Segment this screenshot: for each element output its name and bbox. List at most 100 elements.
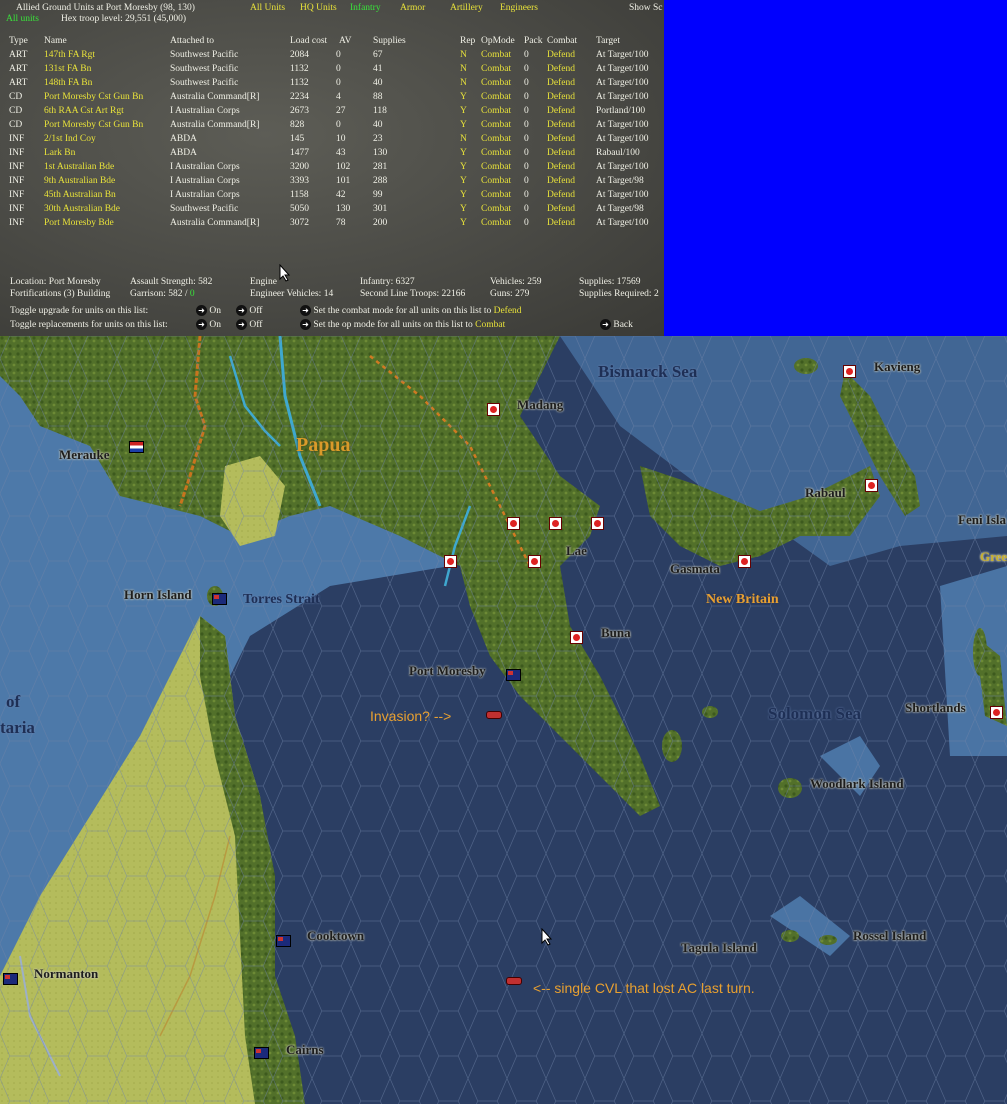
label-madang[interactable]: Madang (517, 397, 563, 413)
show-toggle[interactable]: Show Sc (629, 1, 663, 15)
label-lae[interactable]: Lae (566, 543, 587, 559)
cell-rep[interactable]: Y (460, 160, 467, 174)
cell-rep[interactable]: Y (460, 146, 467, 160)
cell-name[interactable]: Port Moresby Cst Gun Bn (44, 118, 143, 132)
filter-armor[interactable]: Armor (400, 1, 425, 15)
label-rossel-island[interactable]: Rossel Island (853, 928, 926, 944)
label-cairns[interactable]: Cairns (286, 1042, 324, 1058)
label-port-moresby[interactable]: Port Moresby (409, 663, 486, 679)
japanese-base-icon[interactable] (990, 706, 1003, 719)
japanese-base-icon[interactable] (591, 517, 604, 530)
table-row[interactable]: INF 30th Australian Bde Southwest Pacific 5… (0, 202, 664, 216)
replace-off-button[interactable]: ➜ Off (236, 318, 262, 332)
upgrade-on-button[interactable]: ➜ On (196, 304, 221, 318)
japanese-base-icon[interactable] (444, 555, 457, 568)
cell-combat[interactable]: Defend (547, 174, 575, 188)
label-horn-island[interactable]: Horn Island (124, 587, 192, 603)
table-row[interactable]: ART 147th FA Rgt Southwest Pacific 2084 0 67 N… (0, 48, 664, 62)
allied-base-icon[interactable] (254, 1047, 269, 1059)
cell-name[interactable]: 30th Australian Bde (44, 202, 120, 216)
cell-combat[interactable]: Defend (547, 48, 575, 62)
col-attached[interactable]: Attached to (170, 34, 214, 48)
cell-opmode[interactable]: Combat (481, 132, 511, 146)
allied-base-icon[interactable] (3, 973, 18, 985)
enemy-cvl-icon[interactable] (506, 977, 522, 985)
cell-name[interactable]: Lark Bn (44, 146, 75, 160)
cell-opmode[interactable]: Combat (481, 62, 511, 76)
table-row[interactable]: INF 45th Australian Bn I Australian Corps 1… (0, 188, 664, 202)
filter-all-units[interactable]: All Units (250, 1, 285, 15)
cell-opmode[interactable]: Combat (481, 146, 511, 160)
cell-opmode[interactable]: Combat (481, 160, 511, 174)
cell-opmode[interactable]: Combat (481, 216, 511, 230)
cell-combat[interactable]: Defend (547, 160, 575, 174)
col-type[interactable]: Type (9, 34, 28, 48)
label-tagula-island[interactable]: Tagula Island (681, 940, 757, 956)
combat-mode-value[interactable]: Defend (494, 306, 522, 316)
label-normanton[interactable]: Normanton (34, 966, 98, 982)
cell-opmode[interactable]: Combat (481, 118, 511, 132)
table-row[interactable]: INF Port Moresby Bde Australia Command[R] 3… (0, 216, 664, 230)
cell-combat[interactable]: Defend (547, 216, 575, 230)
table-row[interactable]: INF 9th Australian Bde I Australian Corps 3… (0, 174, 664, 188)
col-supplies[interactable]: Supplies (373, 34, 406, 48)
col-pack[interactable]: Pack (524, 34, 542, 48)
japanese-base-icon[interactable] (487, 403, 500, 416)
filter-infantry[interactable]: Infantry (350, 1, 381, 15)
cell-opmode[interactable]: Combat (481, 48, 511, 62)
filter-artillery[interactable]: Artillery (450, 1, 483, 15)
japanese-base-icon[interactable] (570, 631, 583, 644)
cell-rep[interactable]: Y (460, 174, 467, 188)
japanese-base-icon[interactable] (549, 517, 562, 530)
back-button[interactable]: ➜ Back (600, 318, 633, 332)
label-green-island[interactable]: Gree (980, 549, 1007, 565)
label-rabaul[interactable]: Rabaul (805, 485, 845, 501)
col-load[interactable]: Load cost (290, 34, 327, 48)
table-row[interactable]: INF 2/1st Ind Coy ABDA 145 10 23 N Combat 0 Defen… (0, 132, 664, 146)
all-units-label[interactable]: All units (6, 12, 39, 26)
op-mode-value[interactable]: Combat (475, 320, 505, 330)
japanese-base-icon[interactable] (738, 555, 751, 568)
col-opmode[interactable]: OpMode (481, 34, 515, 48)
cell-rep[interactable]: Y (460, 104, 467, 118)
japanese-base-icon[interactable] (865, 479, 878, 492)
cell-opmode[interactable]: Combat (481, 90, 511, 104)
japanese-base-icon[interactable] (507, 517, 520, 530)
table-row[interactable]: CD Port Moresby Cst Gun Bn Australia Comma… (0, 90, 664, 104)
col-av[interactable]: AV (339, 34, 352, 48)
cell-name[interactable]: Port Moresby Bde (44, 216, 114, 230)
cell-name[interactable]: 147th FA Rgt (44, 48, 95, 62)
cell-rep[interactable]: N (460, 132, 467, 146)
table-row[interactable]: ART 131st FA Bn Southwest Pacific 1132 0 41 N C… (0, 62, 664, 76)
cell-name[interactable]: 45th Australian Bn (44, 188, 116, 202)
label-woodlark-island[interactable]: Woodlark Island (810, 776, 904, 792)
table-row[interactable]: CD Port Moresby Cst Gun Bn Australia Comma… (0, 118, 664, 132)
cell-combat[interactable]: Defend (547, 202, 575, 216)
col-target[interactable]: Target (596, 34, 620, 48)
cell-opmode[interactable]: Combat (481, 76, 511, 90)
upgrade-off-button[interactable]: ➜ Off (236, 304, 262, 318)
col-rep[interactable]: Rep (460, 34, 475, 48)
combat-mode-setter[interactable]: ➜ Set the combat mode for all units on t… (300, 304, 522, 318)
filter-hq-units[interactable]: HQ Units (300, 1, 337, 15)
cell-name[interactable]: 1st Australian Bde (44, 160, 114, 174)
label-buna[interactable]: Buna (601, 625, 631, 641)
cell-opmode[interactable]: Combat (481, 202, 511, 216)
cell-opmode[interactable]: Combat (481, 104, 511, 118)
cell-combat[interactable]: Defend (547, 188, 575, 202)
cell-name[interactable]: 148th FA Bn (44, 76, 92, 90)
col-combat[interactable]: Combat (547, 34, 577, 48)
cell-rep[interactable]: Y (460, 188, 467, 202)
allied-base-icon[interactable] (276, 935, 291, 947)
japanese-base-icon[interactable] (843, 365, 856, 378)
cell-name[interactable]: 2/1st Ind Coy (44, 132, 96, 146)
replace-on-button[interactable]: ➜ On (196, 318, 221, 332)
dutch-base-icon[interactable] (129, 441, 144, 453)
cell-opmode[interactable]: Combat (481, 174, 511, 188)
cell-opmode[interactable]: Combat (481, 188, 511, 202)
cell-name[interactable]: 6th RAA Cst Art Rgt (44, 104, 124, 118)
filter-engineers[interactable]: Engineers (500, 1, 538, 15)
label-kavieng[interactable]: Kavieng (874, 359, 920, 375)
label-shortlands[interactable]: Shortlands (905, 700, 966, 716)
cell-name[interactable]: 9th Australian Bde (44, 174, 115, 188)
